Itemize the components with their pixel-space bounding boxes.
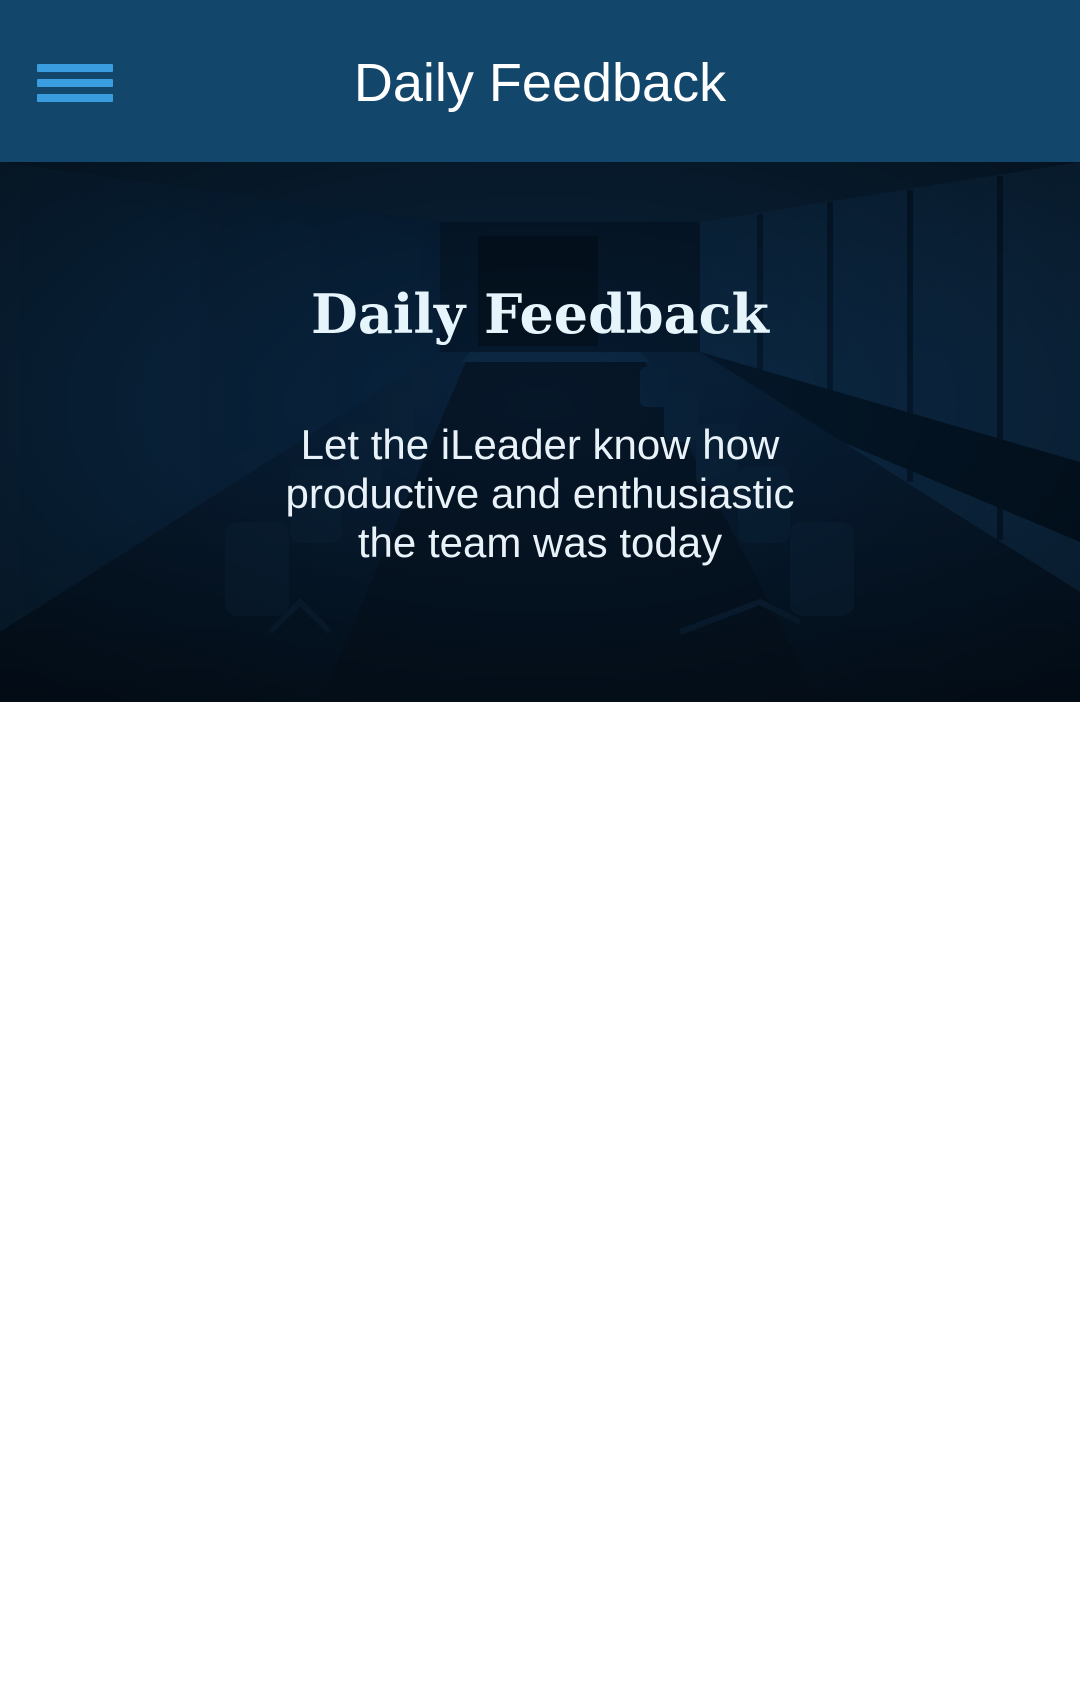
hero-banner: Daily Feedback Let the iLeader know how … xyxy=(0,162,1080,702)
content-area xyxy=(0,702,1080,1704)
hero-subtitle: Let the iLeader know how productive and … xyxy=(285,421,795,566)
hero-title: Daily Feedback xyxy=(311,282,769,346)
app-bar: Daily Feedback xyxy=(0,0,1080,162)
app-bar-title: Daily Feedback xyxy=(353,53,727,113)
